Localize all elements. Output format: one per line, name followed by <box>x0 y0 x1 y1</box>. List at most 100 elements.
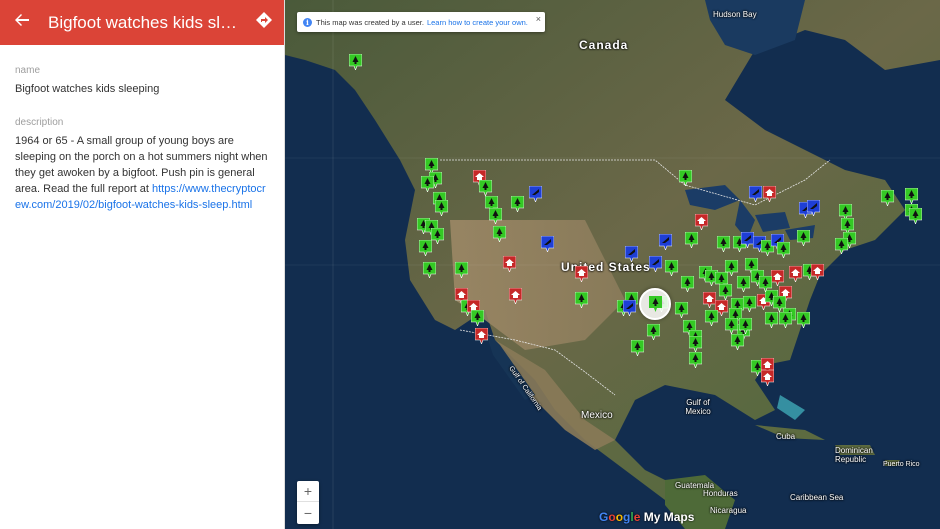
map-pin[interactable] <box>779 312 792 328</box>
map-pin[interactable] <box>431 228 444 244</box>
pin-icon <box>689 352 702 368</box>
map-pin[interactable] <box>681 276 694 292</box>
map-pin[interactable] <box>679 170 692 186</box>
pin-icon <box>455 262 468 278</box>
map-pin[interactable] <box>631 340 644 356</box>
map-pin[interactable] <box>811 264 824 280</box>
map-pin[interactable] <box>435 200 448 216</box>
map-pin[interactable] <box>685 232 698 248</box>
map-pin[interactable] <box>743 296 756 312</box>
map-pin[interactable] <box>759 276 772 292</box>
map-pin[interactable] <box>725 260 738 276</box>
map-pin[interactable] <box>737 276 750 292</box>
map-pin[interactable] <box>689 352 702 368</box>
pin-icon <box>749 186 762 202</box>
map-pin[interactable] <box>489 208 502 224</box>
map-pin[interactable] <box>905 188 918 204</box>
pin-icon <box>665 260 678 276</box>
zoom-out-button[interactable]: − <box>297 502 319 523</box>
name-field: name Bigfoot watches kids sleeping <box>0 65 284 97</box>
map-pin[interactable] <box>695 214 708 230</box>
map-pin[interactable] <box>789 266 802 282</box>
map-pin[interactable] <box>529 186 542 202</box>
detail-panel: Bigfoot watches kids sleepi... name Bigf… <box>0 0 285 529</box>
map-pin[interactable] <box>503 256 516 272</box>
map-pin[interactable] <box>731 334 744 350</box>
map-pin[interactable] <box>763 186 776 202</box>
map-pin[interactable] <box>455 262 468 278</box>
pin-icon <box>679 170 692 186</box>
map-pin[interactable] <box>647 324 660 340</box>
map-pin[interactable] <box>705 310 718 326</box>
map-pin[interactable] <box>575 292 588 308</box>
map-pin[interactable] <box>509 288 522 304</box>
map-pin[interactable] <box>649 256 662 272</box>
pin-icon <box>349 54 362 70</box>
selected-pin[interactable] <box>639 288 671 320</box>
map-pin[interactable] <box>881 190 894 206</box>
pin-icon <box>471 310 484 326</box>
pin-icon <box>705 310 718 326</box>
map-pin[interactable] <box>511 196 524 212</box>
label-puerto-rico: Puerto Rico <box>883 461 920 468</box>
map-pin[interactable] <box>797 312 810 328</box>
label-hudson-bay: Hudson Bay <box>713 10 757 19</box>
pin-icon <box>717 236 730 252</box>
map-pin[interactable] <box>725 318 738 334</box>
map-pin[interactable] <box>749 186 762 202</box>
map-pin[interactable] <box>909 208 922 224</box>
map-pin[interactable] <box>471 310 484 326</box>
map-pin[interactable] <box>765 312 778 328</box>
pin-icon <box>649 256 662 272</box>
pin-icon <box>695 214 708 230</box>
label-dominican-republic: Dominican Republic <box>835 446 873 464</box>
app-window: Bigfoot watches kids sleepi... name Bigf… <box>0 0 940 529</box>
map-pin[interactable] <box>419 240 432 256</box>
map-pin[interactable] <box>421 176 434 192</box>
pin-icon <box>423 262 436 278</box>
map-pin[interactable] <box>625 246 638 262</box>
map-pin[interactable] <box>659 234 672 250</box>
map-pin[interactable] <box>493 226 506 242</box>
back-button[interactable] <box>0 0 44 45</box>
map-pin[interactable] <box>739 318 752 334</box>
map-pin[interactable] <box>807 200 820 216</box>
map-pin[interactable] <box>777 242 790 258</box>
map-canvas[interactable]: Canada United States Mexico Hudson Bay G… <box>285 0 940 529</box>
map-pin[interactable] <box>771 270 784 286</box>
pin-icon <box>659 234 672 250</box>
map-pin[interactable] <box>761 370 774 386</box>
pin-icon <box>419 240 432 256</box>
map-pin[interactable] <box>797 230 810 246</box>
pin-icon <box>811 264 824 280</box>
map-pin[interactable] <box>479 180 492 196</box>
description-field: description 1964 or 65 - A small group o… <box>0 117 284 213</box>
zoom-control: + − <box>297 481 319 524</box>
directions-icon <box>255 11 273 34</box>
map-pin[interactable] <box>835 238 848 254</box>
map-pin[interactable] <box>575 266 588 282</box>
create-map-link[interactable]: Learn how to create your own. <box>427 18 528 27</box>
pin-icon <box>435 200 448 216</box>
panel-header: Bigfoot watches kids sleepi... <box>0 0 284 45</box>
directions-button[interactable] <box>244 0 284 45</box>
pin-icon <box>905 188 918 204</box>
map-pin[interactable] <box>541 236 554 252</box>
description-value: 1964 or 65 - A small group of young boys… <box>15 133 269 213</box>
map-pin[interactable] <box>475 328 488 344</box>
map-pin[interactable] <box>423 262 436 278</box>
label-gulf-of-mexico: Gulf of Mexico <box>685 398 711 416</box>
close-icon[interactable]: × <box>536 14 541 24</box>
label-cuba: Cuba <box>776 432 796 441</box>
map-pin[interactable] <box>675 302 688 318</box>
map-pin[interactable] <box>717 236 730 252</box>
tree-pin-icon <box>649 296 662 317</box>
pin-icon <box>731 334 744 350</box>
pin-icon <box>575 292 588 308</box>
map-pin[interactable] <box>665 260 678 276</box>
map-pin[interactable] <box>623 300 636 316</box>
map-pin[interactable] <box>349 54 362 70</box>
zoom-in-button[interactable]: + <box>297 481 319 502</box>
map-pin[interactable] <box>689 336 702 352</box>
info-icon: i <box>303 17 312 27</box>
